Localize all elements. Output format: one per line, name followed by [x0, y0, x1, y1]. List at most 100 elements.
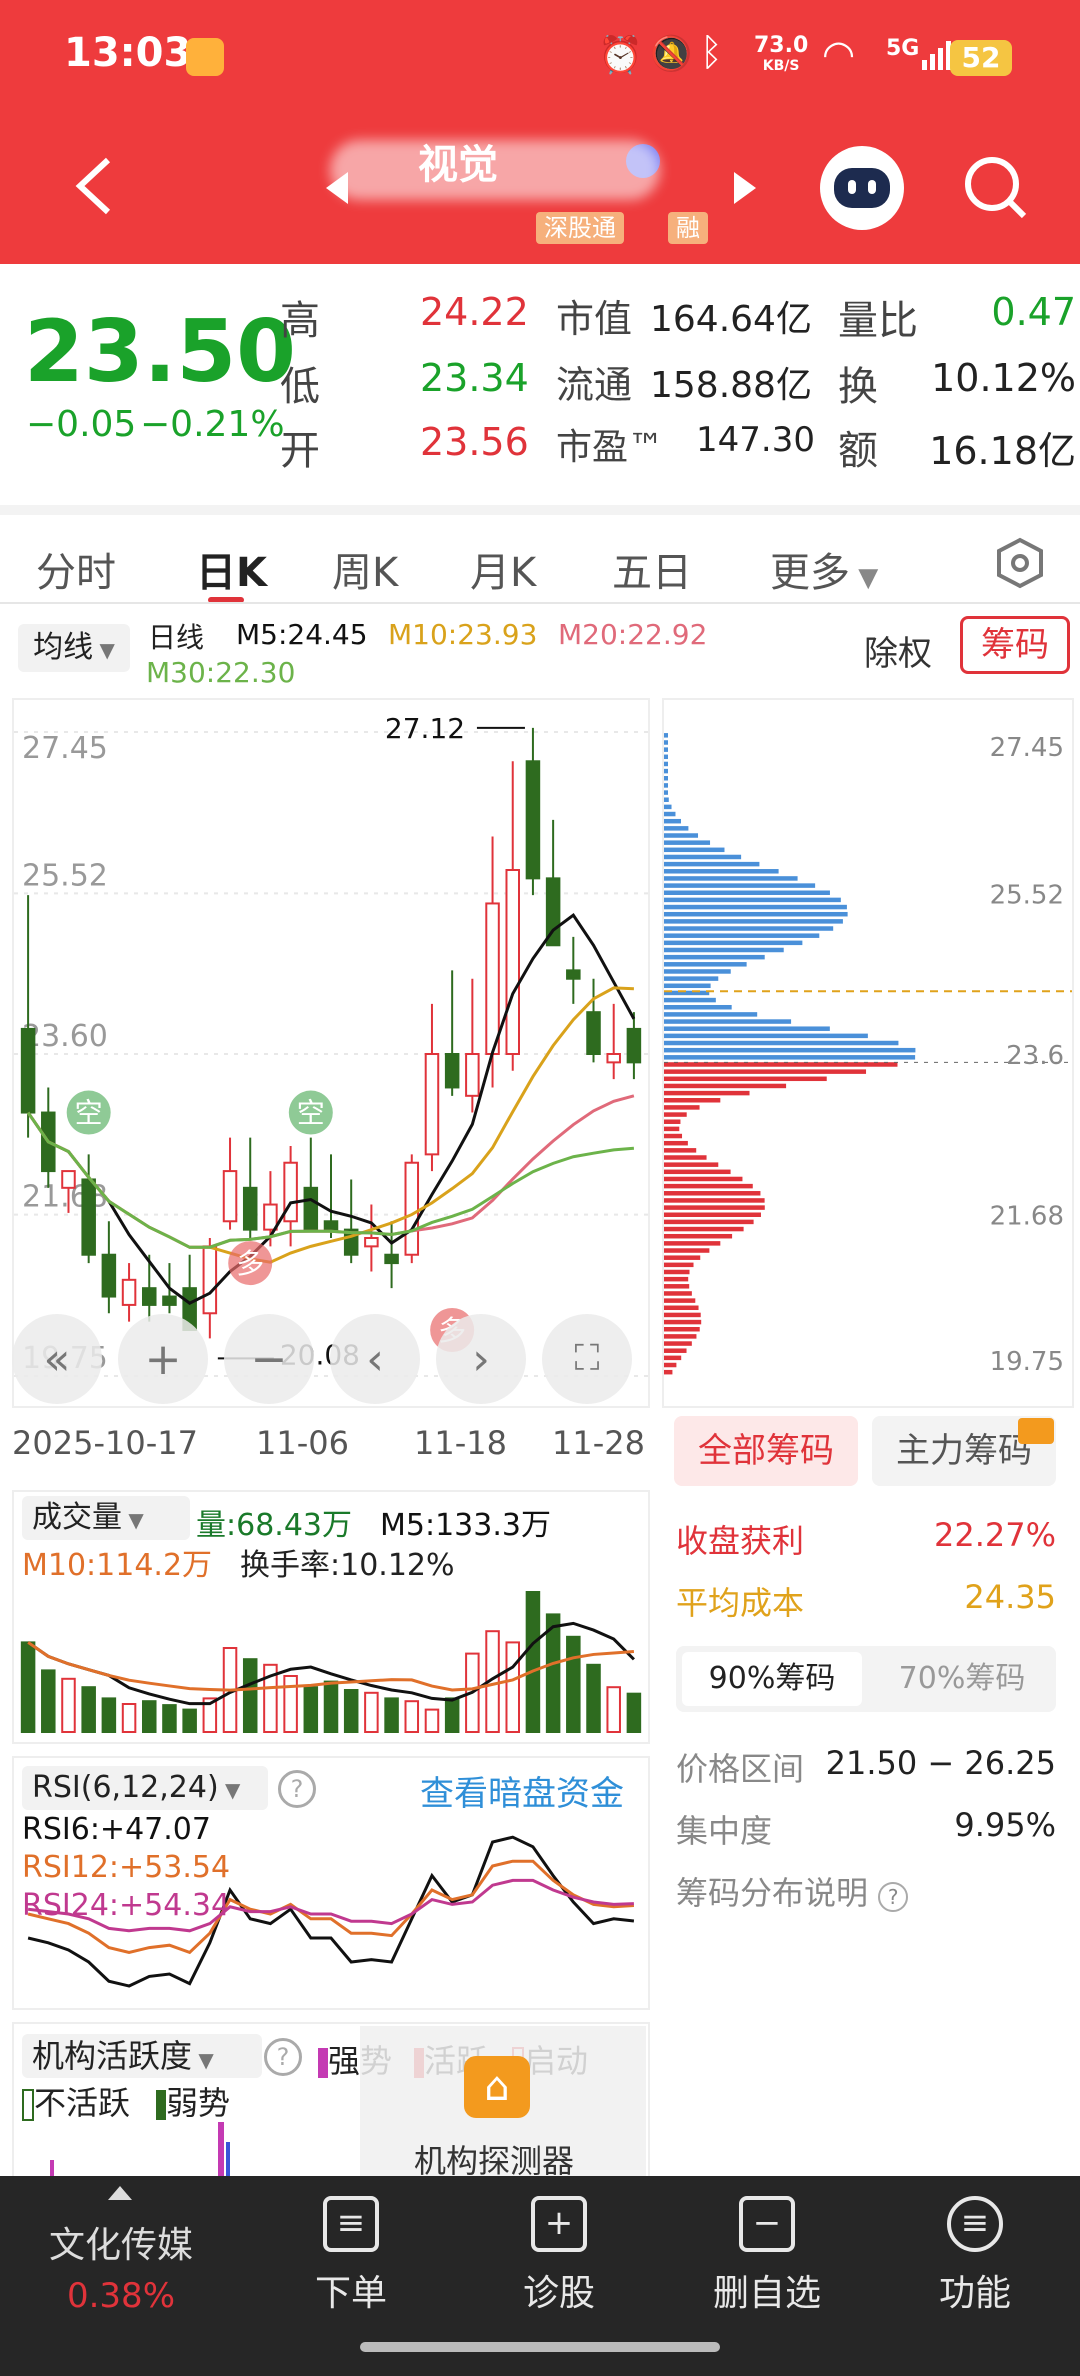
zoom-in-button[interactable]: + — [118, 1314, 208, 1404]
ma30-legend: M30:22.30 — [146, 656, 296, 689]
chip-bar — [664, 1047, 916, 1053]
high-label: 高 — [280, 298, 320, 344]
dark-pool-link[interactable]: 查看暗盘资金 — [420, 1766, 624, 1815]
chip-bar — [664, 1055, 916, 1060]
candle-body — [162, 1295, 177, 1306]
volume-bar — [444, 1697, 460, 1733]
tab-all-chips[interactable]: 全部筹码 — [674, 1416, 858, 1486]
quote-panel: 23.50 −0.05 −0.21% 高 低 开 24.22 23.34 23.… — [0, 264, 1080, 494]
next-stock-icon[interactable] — [730, 170, 760, 206]
chips-toggle-button[interactable]: 筹码 — [960, 616, 1070, 674]
volume-turnover: 换手率:10.12% — [240, 1540, 455, 1584]
candle-body — [525, 760, 541, 880]
chip-tick-label: 21.68 — [990, 1202, 1064, 1232]
chevron-right-icon: › — [472, 1333, 490, 1385]
help-icon[interactable]: ? — [278, 1770, 316, 1808]
volume-bar — [525, 1591, 541, 1733]
date-label: 2025-10-17 — [12, 1424, 198, 1462]
menu-circle-icon: ≡ — [947, 2196, 1003, 2252]
chip-bar — [664, 811, 676, 817]
candle-body — [141, 1287, 157, 1306]
chevron-left-icon: ‹ — [366, 1333, 384, 1385]
tab-monthly-k[interactable]: 月K — [470, 540, 536, 598]
zoom-out-button[interactable]: − — [224, 1314, 314, 1404]
volume-bar — [626, 1692, 642, 1733]
volratio-value: 0.47 — [991, 290, 1076, 334]
chevron-down-icon: ▼ — [850, 563, 879, 593]
inst-dropdown[interactable]: 机构活跃度 ▼ — [22, 2034, 262, 2078]
functions-label: 功能 — [938, 2273, 1011, 2314]
profit-label: 收盘获利 — [676, 1522, 805, 1560]
kline-chart[interactable]: 27.4525.5223.6021.6819.7527.1220.08空空多多 — [14, 700, 648, 1406]
inst-detector-overlay[interactable]: ⌂ 机构探测器 — [360, 2026, 646, 2180]
candle-body — [323, 1220, 339, 1231]
tab-more[interactable]: 更多 ▼ — [770, 540, 878, 598]
ma-dropdown[interactable]: 均线 ▼ — [18, 624, 130, 672]
volume-bar — [505, 1641, 521, 1733]
signal-marker-label: 空 — [75, 1097, 103, 1130]
bluetooth-icon: ᛒ — [700, 30, 723, 74]
chip-bar — [664, 1305, 699, 1311]
candle-body — [303, 1186, 319, 1231]
chip-bar — [664, 1205, 765, 1210]
speed-value: 73.0 — [754, 33, 809, 58]
volume-dropdown[interactable]: 成交量 ▼ — [22, 1496, 190, 1540]
speed-unit: KB/S — [762, 58, 800, 74]
rsi-dropdown[interactable]: RSI(6,12,24) ▼ — [22, 1766, 268, 1810]
tab-five-day[interactable]: 五日 — [612, 540, 692, 598]
back-icon[interactable] — [70, 156, 120, 216]
exright-button[interactable]: 除权 — [864, 626, 932, 675]
scroll-right-button[interactable]: › — [436, 1314, 526, 1404]
ma10-legend: M10:23.93 — [388, 618, 538, 651]
tab-intraday[interactable]: 分时 — [36, 540, 116, 598]
chip-bar — [664, 1033, 868, 1039]
chip-distribution-chart: 27.45 25.52 23.6 21.68 19.75 — [664, 733, 1072, 1377]
diagnose-button[interactable]: + 诊股 — [474, 2196, 644, 2316]
ma5-legend: M5:24.45 — [236, 618, 368, 651]
signal-marker-label: 多 — [236, 1247, 264, 1280]
chip-bar — [664, 1012, 758, 1017]
chip-bar — [664, 954, 765, 960]
help-icon[interactable]: ? — [264, 2038, 302, 2076]
rewind-button[interactable]: « — [12, 1314, 102, 1404]
chip-bar — [664, 1341, 692, 1346]
order-button[interactable]: ≡ 下单 — [266, 2196, 436, 2316]
tab-daily-k[interactable]: 日K — [196, 540, 267, 598]
sub-70-chips[interactable]: 70%筹码 — [872, 1652, 1052, 1706]
chip-bar — [664, 876, 798, 881]
scroll-left-button[interactable]: ‹ — [330, 1314, 420, 1404]
tag-margin: 融 — [668, 208, 708, 244]
volume-m5: M5:133.3万 — [380, 1508, 551, 1543]
search-icon[interactable] — [962, 154, 1030, 222]
assistant-robot-icon[interactable] — [820, 146, 904, 230]
chip-bar — [664, 1226, 744, 1232]
tag-hsgt-label: 深股通 — [536, 212, 624, 244]
chip-bar — [664, 1062, 898, 1067]
low-value: 23.34 — [420, 356, 529, 400]
volume-bar — [404, 1700, 420, 1733]
fullscreen-button[interactable]: ⛶ — [542, 1314, 632, 1404]
volume-bar — [424, 1708, 440, 1734]
volume-turnover-text: 换手率:10.12% — [240, 1548, 455, 1583]
volume-value: 量:68.43万 — [196, 1508, 352, 1543]
chip-explain-link[interactable]: 筹码分布说明 ? — [676, 1868, 909, 1914]
settings-hexagon-icon[interactable] — [994, 537, 1046, 589]
chip-bar — [664, 1269, 690, 1275]
volume-m10: M10:114.2万 — [22, 1548, 213, 1583]
chip-bar — [664, 883, 816, 888]
amount-value: 16.18亿 — [929, 429, 1076, 473]
legend-inactive-label: 不活跃 — [34, 2084, 131, 2122]
remove-watchlist-button[interactable]: − 删自选 — [682, 2196, 852, 2316]
candle-body — [222, 1170, 238, 1223]
sub-90-chips[interactable]: 90%筹码 — [682, 1652, 862, 1706]
functions-button[interactable]: ≡ 功能 — [890, 2196, 1060, 2316]
rsi24-value: RSI24:+54.34 — [22, 1888, 231, 1923]
sector-change: 0.38% — [66, 2276, 175, 2316]
sector-name[interactable]: 文化传媒 — [36, 2216, 206, 2268]
tab-weekly-k[interactable]: 周K — [332, 540, 398, 598]
candle-body — [121, 1278, 137, 1306]
order-doc-icon: ≡ — [323, 2196, 379, 2252]
candle-body — [566, 969, 581, 980]
candle-body — [202, 1245, 218, 1315]
chip-bar — [664, 854, 742, 860]
